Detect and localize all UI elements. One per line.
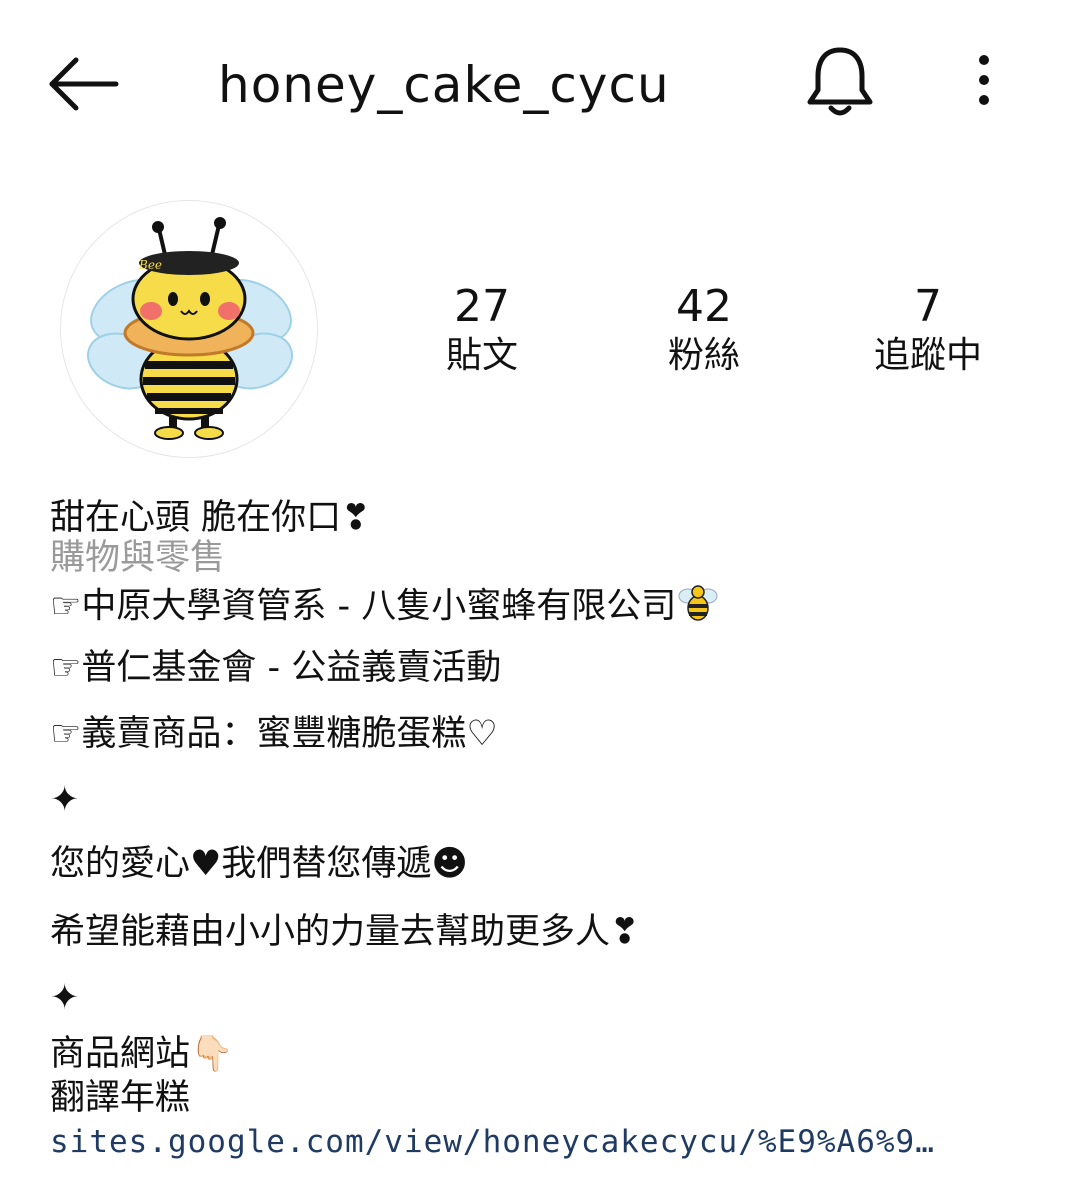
following-count: 7 [914, 281, 942, 332]
profile-username: honey_cake_cycu [218, 56, 670, 114]
posts-label: 貼文 [445, 335, 518, 376]
stat-following[interactable]: 7 追蹤中 [838, 280, 1018, 378]
profile-avatar[interactable]: Bee [60, 200, 318, 458]
bio-line-translation: 翻譯年糕 [50, 1078, 191, 1118]
following-label: 追蹤中 [873, 335, 982, 376]
notifications-button[interactable] [804, 44, 876, 120]
stat-posts[interactable]: 27 貼文 [392, 280, 572, 378]
top-bar: honey_cake_cycu [0, 0, 1079, 170]
bee-icon [676, 580, 720, 635]
bio-line-company-text: ☞中原大學資管系 - 八隻小蜜蜂有限公司 [50, 586, 677, 627]
profile-category: 購物與零售 [50, 538, 226, 578]
bio-line-love: 您的愛心♥我們替您傳遞☻ [50, 844, 468, 884]
arrow-left-icon [49, 57, 119, 111]
profile-website-link[interactable]: sites.google.com/view/honeycakecycu/%E9%… [50, 1120, 935, 1164]
sparkle-icon: ✦ [50, 978, 80, 1018]
bio-line-tagline: 甜在心頭 脆在你口❣ [50, 498, 371, 538]
svg-text:Bee: Bee [138, 258, 162, 272]
bell-icon [807, 47, 873, 116]
bio-line-website-label: 商品網站👇🏻 [50, 1034, 234, 1074]
more-vertical-icon [979, 55, 989, 105]
followers-count: 42 [676, 281, 732, 332]
sparkle-icon: ✦ [50, 780, 80, 820]
bio-line-foundation: ☞普仁基金會 - 公益義賣活動 [50, 648, 502, 688]
back-button[interactable] [44, 52, 124, 116]
bio-line-company: ☞中原大學資管系 - 八隻小蜜蜂有限公司 [50, 580, 720, 635]
bio-line-hope: 希望能藉由小小的力量去幫助更多人❣ [50, 912, 640, 952]
followers-label: 粉絲 [667, 335, 740, 376]
posts-count: 27 [454, 281, 510, 332]
more-options-button[interactable] [966, 50, 1002, 114]
stat-followers[interactable]: 42 粉絲 [614, 280, 794, 378]
bee-avatar-icon: Bee [87, 217, 293, 440]
bio-line-product: ☞義賣商品：蜜豐糖脆蛋糕♡ [50, 714, 498, 754]
